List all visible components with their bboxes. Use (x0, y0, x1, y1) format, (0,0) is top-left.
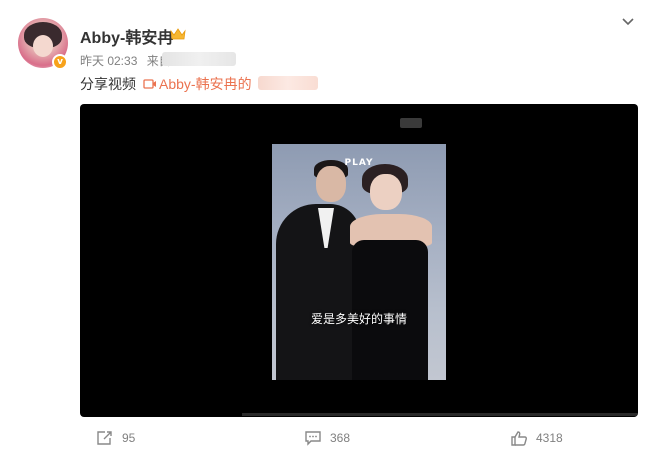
woman-head (370, 174, 402, 210)
like-count: 4318 (536, 431, 563, 445)
post-text: 分享视频 (80, 76, 136, 92)
video-player[interactable]: PLAY 爱是多美好的事情 (80, 104, 638, 417)
man-head (316, 166, 346, 202)
chevron-down-icon[interactable] (620, 15, 636, 29)
repost-icon (97, 431, 112, 445)
man-figure (276, 204, 360, 380)
video-progress-track[interactable] (242, 413, 638, 416)
play-label: PLAY (344, 158, 374, 168)
video-link-label[interactable]: Abby-韩安冉的 (159, 74, 252, 94)
video-watermark (400, 118, 422, 128)
comment-button[interactable]: 368 (304, 430, 350, 446)
video-link-icon (143, 79, 156, 89)
like-icon (511, 431, 527, 446)
verified-badge-icon: v (52, 54, 68, 70)
avatar-face (33, 35, 53, 57)
repost-count: 95 (122, 431, 136, 445)
video-thumbnail: PLAY 爱是多美好的事情 (272, 144, 446, 380)
crown-icon (170, 28, 186, 40)
comment-count: 368 (330, 431, 351, 445)
post-time[interactable]: 昨天 02:33 (80, 54, 137, 68)
comment-icon (305, 431, 321, 446)
username[interactable]: Abby-韩安冉 (80, 24, 173, 48)
repost-button[interactable]: 95 (96, 430, 135, 446)
post-source-redacted (162, 52, 236, 66)
video-link[interactable]: Abby-韩安冉的 (143, 74, 252, 94)
video-link-redacted (258, 76, 318, 90)
video-subtitle: 爱是多美好的事情 (310, 312, 407, 326)
like-button[interactable]: 4318 (510, 430, 563, 446)
